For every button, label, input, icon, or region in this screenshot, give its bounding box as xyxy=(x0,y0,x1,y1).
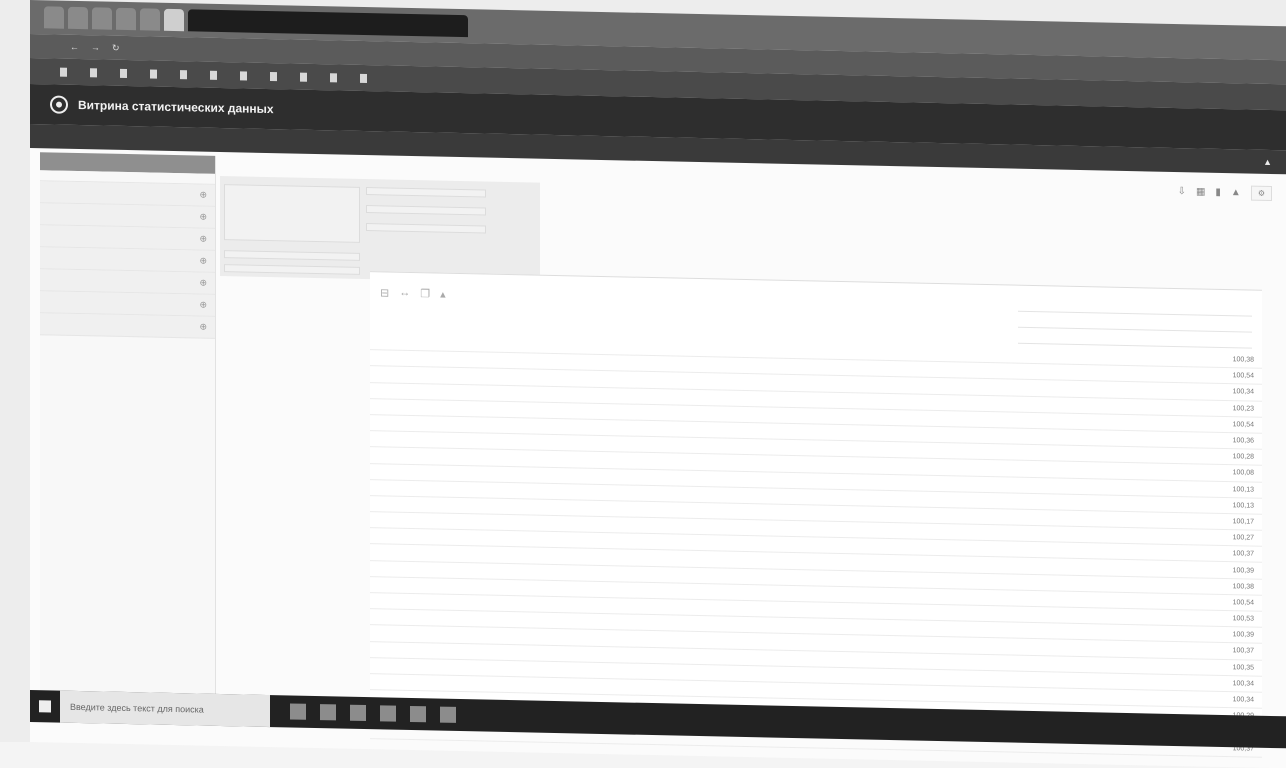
expand-icon[interactable]: ⊕ xyxy=(199,256,207,267)
sidebar: ⊕ ⊕ ⊕ ⊕ ⊕ ⊕ ⊕ xyxy=(40,152,216,696)
row-value: 100,38 xyxy=(1232,582,1254,591)
copy-icon[interactable]: ❐ xyxy=(420,287,430,300)
row-value: 100,34 xyxy=(1232,388,1254,397)
row-value: 100,13 xyxy=(1232,485,1254,494)
row-value: 100,17 xyxy=(1232,518,1254,526)
row-value: 100,28 xyxy=(1232,453,1254,461)
emblem-icon xyxy=(50,95,68,114)
column-header xyxy=(1018,295,1252,349)
bookmark[interactable] xyxy=(270,71,282,81)
app-icon[interactable] xyxy=(440,706,456,723)
forward-icon[interactable]: → xyxy=(91,42,100,52)
notice-text xyxy=(480,185,1260,201)
pivot-field[interactable] xyxy=(366,223,486,234)
bookmark[interactable] xyxy=(180,69,192,79)
row-value: 100,37 xyxy=(1232,550,1254,558)
grid-toolbar: ⇩ ▦ ▮ ▲ ⚙ xyxy=(1178,184,1272,202)
expand-icon[interactable]: ⊕ xyxy=(199,322,207,333)
back-icon[interactable]: ← xyxy=(70,42,79,52)
row-value: 100,38 xyxy=(1232,356,1254,364)
row-value: 100,34 xyxy=(1232,680,1254,688)
row-value: 100,39 xyxy=(1232,631,1254,639)
chart-icon[interactable]: ▮ xyxy=(1215,187,1221,198)
pivot-filter-cell[interactable] xyxy=(224,184,360,243)
monitor-screen: ← → ↻ Витрина статистических данных ▲ ⊕ … xyxy=(30,0,1286,768)
row-value: 100,54 xyxy=(1232,599,1254,607)
row-value: 100,36 xyxy=(1232,437,1254,445)
browser-tab[interactable] xyxy=(140,8,160,31)
expand-icon[interactable]: ⊕ xyxy=(199,234,207,245)
row-value: 100,54 xyxy=(1232,372,1254,380)
row-value: 100,23 xyxy=(1232,404,1254,413)
grid-tools: ⊟ ↔ ❐ ▴ xyxy=(380,286,446,301)
start-button[interactable] xyxy=(30,690,60,723)
reload-icon[interactable]: ↻ xyxy=(112,42,120,53)
browser-tab[interactable] xyxy=(92,7,112,30)
collapse-icon[interactable]: ⊟ xyxy=(380,286,389,299)
browser-tab-active[interactable] xyxy=(164,8,184,32)
taskbar-apps xyxy=(290,703,456,723)
settings-button[interactable]: ⚙ xyxy=(1250,185,1272,202)
pivot-field[interactable] xyxy=(366,187,486,198)
bookmark[interactable] xyxy=(90,67,102,77)
bookmark[interactable] xyxy=(360,73,372,83)
pivot-field[interactable] xyxy=(224,250,360,261)
expand-icon[interactable]: ⊕ xyxy=(199,278,207,289)
pivot-panel xyxy=(220,175,540,283)
export-icon[interactable]: ⇩ xyxy=(1178,186,1186,197)
app-title: Витрина статистических данных xyxy=(78,98,274,117)
grid-rows: 100,38 100,54 100,34 100,23 100,54 100,36 100,… xyxy=(370,334,1262,758)
browser-icon[interactable] xyxy=(320,704,336,721)
new-tab-area[interactable] xyxy=(188,9,468,38)
bookmark[interactable] xyxy=(150,69,162,79)
pivot-field[interactable] xyxy=(366,205,486,216)
bookmark[interactable] xyxy=(300,72,312,82)
expand-icon[interactable]: ⊕ xyxy=(199,212,207,223)
taskbar-search[interactable]: Введите здесь текст для поиска xyxy=(60,690,270,728)
row-value: 100,37 xyxy=(1232,647,1254,656)
pivot-field[interactable] xyxy=(224,264,360,275)
table-icon[interactable]: ▦ xyxy=(1196,186,1205,197)
data-grid: ⊟ ↔ ❐ ▴ 100,38 100,54 100,34 100,23 100,54 10… xyxy=(370,271,1262,758)
task-view-icon[interactable] xyxy=(290,703,306,720)
row-value: 100,54 xyxy=(1232,421,1254,429)
sort-icon[interactable]: ▴ xyxy=(440,288,446,301)
row-value: 100,08 xyxy=(1232,469,1254,478)
sidebar-item[interactable]: ⊕ xyxy=(40,313,215,339)
row-value: 100,13 xyxy=(1232,501,1254,510)
windows-icon xyxy=(39,700,51,713)
browser-tab[interactable] xyxy=(68,6,88,30)
bookmark[interactable] xyxy=(60,67,72,77)
chrome-icon[interactable] xyxy=(380,705,396,722)
filter-icon[interactable]: ▲ xyxy=(1231,187,1241,198)
bookmark[interactable] xyxy=(210,70,222,80)
browser-tab[interactable] xyxy=(44,6,64,29)
bookmark[interactable] xyxy=(120,68,132,78)
expand-icon[interactable]: ⊕ xyxy=(199,300,207,311)
app-icon[interactable] xyxy=(410,705,426,723)
expand-icon[interactable]: ⊕ xyxy=(199,190,207,201)
row-value: 100,34 xyxy=(1232,696,1254,704)
row-value: 100,53 xyxy=(1232,615,1254,623)
bookmark[interactable] xyxy=(240,70,252,81)
browser-tab[interactable] xyxy=(116,7,136,31)
arrow-icon[interactable]: ↔ xyxy=(399,287,410,300)
user-icon[interactable]: ▲ xyxy=(1263,157,1272,167)
row-value: 100,27 xyxy=(1232,534,1254,542)
bookmark[interactable] xyxy=(330,72,342,82)
row-value: 100,39 xyxy=(1232,566,1254,575)
explorer-icon[interactable] xyxy=(350,704,366,722)
row-value: 100,35 xyxy=(1232,663,1254,672)
